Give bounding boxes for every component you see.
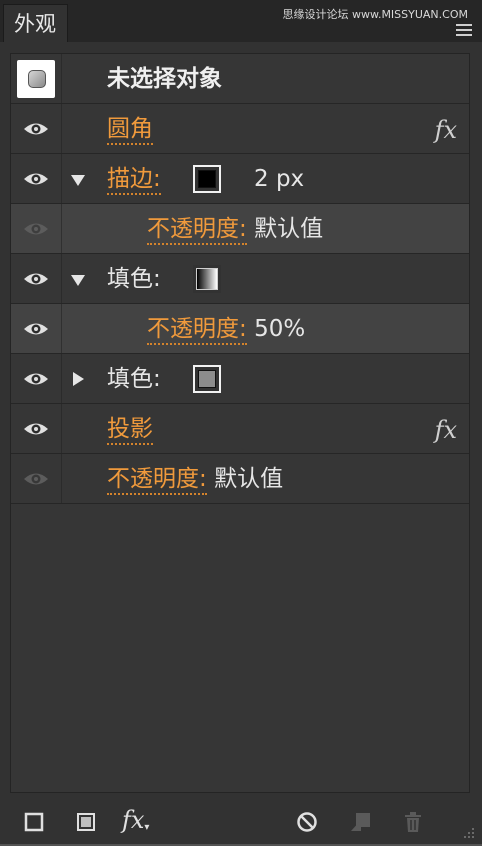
watermark: 思缘设计论坛 www.MISSYUAN.COM bbox=[282, 8, 468, 21]
opacity-row[interactable]: 不透明度: 默认值 bbox=[11, 454, 469, 504]
fx-icon[interactable]: fx bbox=[435, 416, 457, 444]
object-thumbnail bbox=[17, 60, 55, 98]
tab-appearance[interactable]: 外观 bbox=[3, 4, 68, 42]
rounded-corners-link[interactable]: 圆角 bbox=[107, 116, 153, 145]
fill-opacity-row[interactable]: 不透明度: 50% bbox=[11, 304, 469, 354]
delete-icon[interactable] bbox=[402, 810, 424, 834]
resize-grip-icon[interactable] bbox=[460, 824, 476, 840]
appearance-list: 未选择对象 圆角 fx 描边: 2 px 不透明度: 默认值 填色: 不透明度:… bbox=[10, 53, 470, 793]
appearance-panel: 未选择对象 圆角 fx 描边: 2 px 不透明度: 默认值 填色: 不透明度:… bbox=[0, 42, 482, 844]
gray-fill-swatch[interactable] bbox=[193, 365, 221, 393]
opacity-link[interactable]: 不透明度: bbox=[107, 466, 207, 495]
bottom-toolbar: fx▾ bbox=[0, 802, 482, 846]
gradient-fill-swatch[interactable] bbox=[193, 265, 221, 293]
eye-icon[interactable] bbox=[23, 271, 49, 287]
object-row[interactable]: 未选择对象 bbox=[11, 54, 469, 104]
disclosure-triangle-icon[interactable] bbox=[71, 175, 85, 186]
eye-icon[interactable] bbox=[23, 421, 49, 437]
eye-icon[interactable] bbox=[23, 321, 49, 337]
fx-icon[interactable]: fx bbox=[435, 116, 457, 144]
clear-appearance-icon[interactable] bbox=[296, 811, 318, 833]
duplicate-item-icon[interactable] bbox=[350, 812, 372, 832]
stroke-opacity-value: 默认值 bbox=[254, 216, 324, 242]
opacity-value: 默认值 bbox=[214, 466, 284, 492]
stroke-opacity-link[interactable]: 不透明度: bbox=[147, 216, 247, 245]
eye-icon[interactable] bbox=[23, 471, 49, 487]
stroke-link[interactable]: 描边: bbox=[107, 166, 161, 195]
fill-opacity-link[interactable]: 不透明度: bbox=[147, 316, 247, 345]
add-stroke-icon[interactable] bbox=[24, 812, 44, 832]
effect-row-rounded-corners[interactable]: 圆角 fx bbox=[11, 104, 469, 154]
add-fill-icon[interactable] bbox=[76, 812, 96, 832]
disclosure-triangle-icon[interactable] bbox=[71, 275, 85, 286]
fill-label[interactable]: 填色: bbox=[107, 366, 161, 392]
eye-icon[interactable] bbox=[23, 171, 49, 187]
stroke-weight[interactable]: 2 px bbox=[254, 166, 304, 192]
fill-label[interactable]: 填色: bbox=[107, 266, 161, 292]
fx-icon[interactable]: fx▾ bbox=[122, 806, 149, 834]
fill-opacity-value: 50% bbox=[254, 316, 306, 342]
stroke-swatch[interactable] bbox=[193, 165, 221, 193]
stroke-row[interactable]: 描边: 2 px bbox=[11, 154, 469, 204]
panel-tab-bar: 外观 思缘设计论坛 www.MISSYUAN.COM bbox=[0, 0, 482, 42]
drop-shadow-link[interactable]: 投影 bbox=[107, 416, 153, 445]
thumbnail-column bbox=[11, 54, 62, 103]
eye-icon[interactable] bbox=[23, 371, 49, 387]
panel-menu-icon[interactable] bbox=[456, 24, 472, 38]
fill-row-gradient[interactable]: 填色: bbox=[11, 254, 469, 304]
object-label: 未选择对象 bbox=[107, 66, 222, 92]
fill-row-gray[interactable]: 填色: bbox=[11, 354, 469, 404]
stroke-opacity-row[interactable]: 不透明度: 默认值 bbox=[11, 204, 469, 254]
effect-row-drop-shadow[interactable]: 投影 fx bbox=[11, 404, 469, 454]
eye-icon[interactable] bbox=[23, 221, 49, 237]
eye-icon[interactable] bbox=[23, 121, 49, 137]
disclosure-triangle-icon[interactable] bbox=[73, 372, 84, 386]
